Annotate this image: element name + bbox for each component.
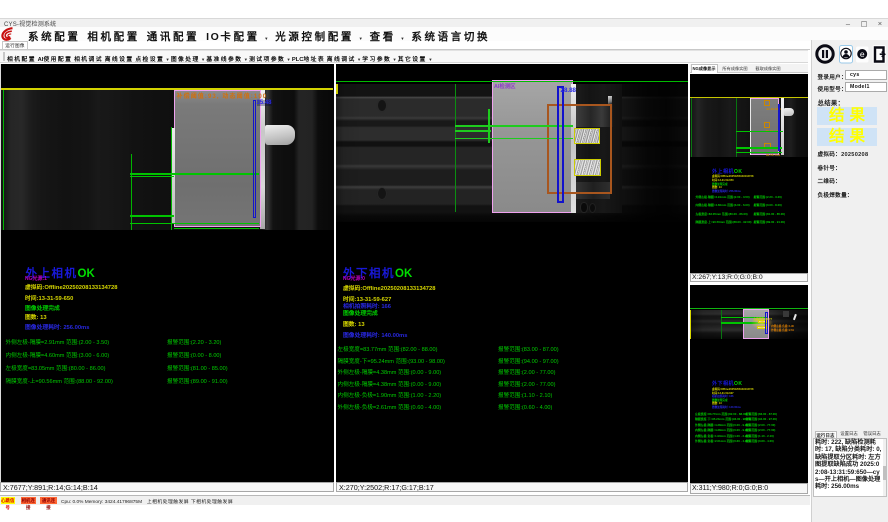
svg-text:e: e — [860, 48, 865, 58]
